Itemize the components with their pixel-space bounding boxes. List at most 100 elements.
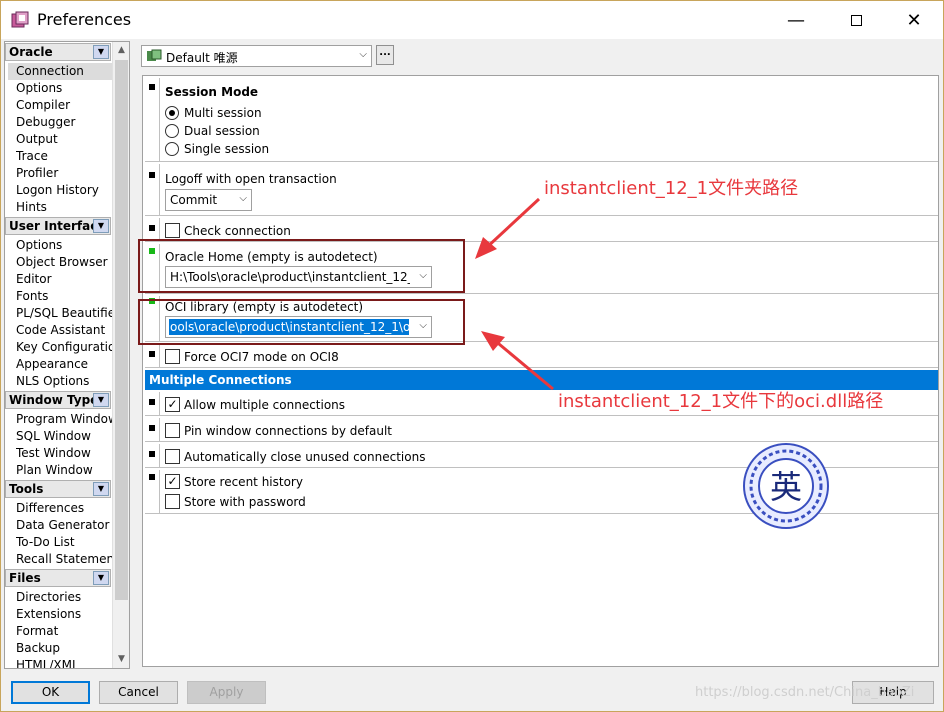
category-sidebar: Oracle ▼ Connection Options Compiler Debu… [4, 41, 130, 669]
sidebar-item-recall-statement[interactable]: Recall Statement [16, 551, 112, 568]
title-bar: Preferences — ✕ [1, 1, 943, 39]
chevron-down-icon[interactable]: ▼ [93, 45, 109, 59]
seal-char: 英 [770, 468, 802, 506]
sidebar-item-program-window[interactable]: Program Window [16, 411, 112, 428]
checkmark-icon: ✓ [167, 397, 178, 411]
seal-stamp-icon: 英 [743, 443, 829, 529]
row-marker [149, 84, 155, 90]
sidebar-item-todo-list[interactable]: To-Do List [16, 534, 112, 551]
sidebar-item-fonts[interactable]: Fonts [16, 288, 112, 305]
radio-multi-session[interactable] [165, 106, 179, 120]
sidebar-item-debugger[interactable]: Debugger [16, 114, 112, 131]
sidebar-item-connection[interactable]: Connection [8, 63, 112, 80]
allow-multiple-checkbox[interactable]: ✓ [165, 397, 180, 412]
sidebar-item-code-assistant[interactable]: Code Assistant [16, 322, 112, 339]
profile-icon [147, 49, 162, 61]
group-oracle[interactable]: Oracle ▼ [5, 43, 111, 61]
scroll-thumb[interactable] [115, 60, 128, 600]
annotation-folder-path: instantclient_12_1文件夹路径 [544, 178, 799, 199]
row-marker [149, 225, 155, 231]
chevron-down-icon: ⌵ [239, 193, 247, 204]
profile-value: Default 唯源 [166, 51, 238, 65]
maximize-button[interactable] [827, 1, 885, 39]
sidebar-item-hints[interactable]: Hints [16, 199, 112, 216]
close-icon: ✕ [906, 9, 922, 31]
row-marker [149, 425, 155, 431]
chevron-down-icon[interactable]: ▼ [93, 571, 109, 585]
radio-label: Dual session [184, 124, 260, 138]
close-button[interactable]: ✕ [885, 1, 943, 39]
store-password-label: Store with password [184, 495, 306, 509]
sidebar-item-plsql-beautifier[interactable]: PL/SQL Beautifier [16, 305, 112, 322]
check-connection-checkbox[interactable] [165, 223, 180, 238]
auto-close-checkbox[interactable] [165, 449, 180, 464]
oracle-home-highlight [138, 239, 465, 293]
annotation-dll-path: instantclient_12_1文件下的oci.dll路径 [558, 391, 884, 412]
force-oci7-label: Force OCI7 mode on OCI8 [184, 350, 339, 364]
logoff-select[interactable]: Commit ⌵ [165, 189, 252, 211]
profile-more-button[interactable]: ... [376, 45, 394, 65]
sidebar-item-object-browser[interactable]: Object Browser [16, 254, 112, 271]
pin-connections-checkbox[interactable] [165, 423, 180, 438]
row-marker [149, 474, 155, 480]
sidebar-item-html-xml[interactable]: HTML/XML [16, 657, 112, 668]
group-user-interface[interactable]: User Interface ▼ [5, 217, 111, 235]
sidebar-item-plan-window[interactable]: Plan Window [16, 462, 112, 479]
sidebar-item-differences[interactable]: Differences [16, 500, 112, 517]
cancel-button[interactable]: Cancel [99, 681, 178, 704]
oci-library-highlight [138, 299, 465, 345]
scroll-down-icon[interactable]: ▼ [113, 651, 129, 668]
arrow-to-oracle-home [475, 197, 541, 259]
chevron-down-icon: ⌵ [359, 49, 367, 60]
sidebar-item-backup[interactable]: Backup [16, 640, 112, 657]
pin-connections-row: Pin window connections by default [145, 418, 938, 442]
store-history-checkbox[interactable]: ✓ [165, 474, 180, 489]
sidebar-item-directories[interactable]: Directories [16, 589, 112, 606]
row-marker [149, 451, 155, 457]
chevron-down-icon[interactable]: ▼ [93, 482, 109, 496]
row-marker [149, 172, 155, 178]
sidebar-item-editor[interactable]: Editor [16, 271, 112, 288]
radio-label: Multi session [184, 106, 262, 120]
sidebar-item-trace[interactable]: Trace [16, 148, 112, 165]
sidebar-item-key-configuration[interactable]: Key Configuration [16, 339, 112, 356]
sidebar-scrollbar[interactable]: ▲ ▼ [112, 42, 129, 668]
group-files[interactable]: Files ▼ [5, 569, 111, 587]
chevron-down-icon[interactable]: ▼ [93, 219, 109, 233]
sidebar-item-format[interactable]: Format [16, 623, 112, 640]
radio-dual-session[interactable] [165, 124, 179, 138]
sidebar-item-options[interactable]: Options [16, 80, 112, 97]
sidebar-item-logon-history[interactable]: Logon History [16, 182, 112, 199]
sidebar-item-output[interactable]: Output [16, 131, 112, 148]
sidebar-item-data-generator[interactable]: Data Generator [16, 517, 112, 534]
store-password-checkbox[interactable] [165, 494, 180, 509]
ok-button[interactable]: OK [11, 681, 90, 704]
sidebar-item-extensions[interactable]: Extensions [16, 606, 112, 623]
session-mode-title: Session Mode [165, 85, 259, 99]
chevron-down-icon[interactable]: ▼ [93, 393, 109, 407]
group-window-types[interactable]: Window Types ▼ [5, 391, 111, 409]
scroll-up-icon[interactable]: ▲ [113, 42, 129, 59]
maximize-icon [850, 14, 862, 26]
profile-select[interactable]: Default 唯源 ⌵ [141, 45, 372, 67]
sidebar-item-nls-options[interactable]: NLS Options [16, 373, 112, 390]
sidebar-item-sql-window[interactable]: SQL Window [16, 428, 112, 445]
sidebar-item-test-window[interactable]: Test Window [16, 445, 112, 462]
app-icon [11, 11, 29, 28]
sidebar-item-ui-options[interactable]: Options [16, 237, 112, 254]
session-mode-row: Session Mode Multi session Dual session … [145, 78, 938, 162]
group-tools[interactable]: Tools ▼ [5, 480, 111, 498]
sidebar-item-profiler[interactable]: Profiler [16, 165, 112, 182]
apply-button[interactable]: Apply [187, 681, 266, 704]
checkmark-icon: ✓ [167, 474, 178, 488]
row-marker [149, 399, 155, 405]
radio-label: Single session [184, 142, 270, 156]
sidebar-item-appearance[interactable]: Appearance [16, 356, 112, 373]
radio-single-session[interactable] [165, 142, 179, 156]
sidebar-item-compiler[interactable]: Compiler [16, 97, 112, 114]
window-title: Preferences [37, 10, 132, 29]
minimize-icon: — [787, 9, 805, 31]
store-history-label: Store recent history [184, 475, 303, 489]
force-oci7-checkbox[interactable] [165, 349, 180, 364]
minimize-button[interactable]: — [767, 1, 825, 39]
